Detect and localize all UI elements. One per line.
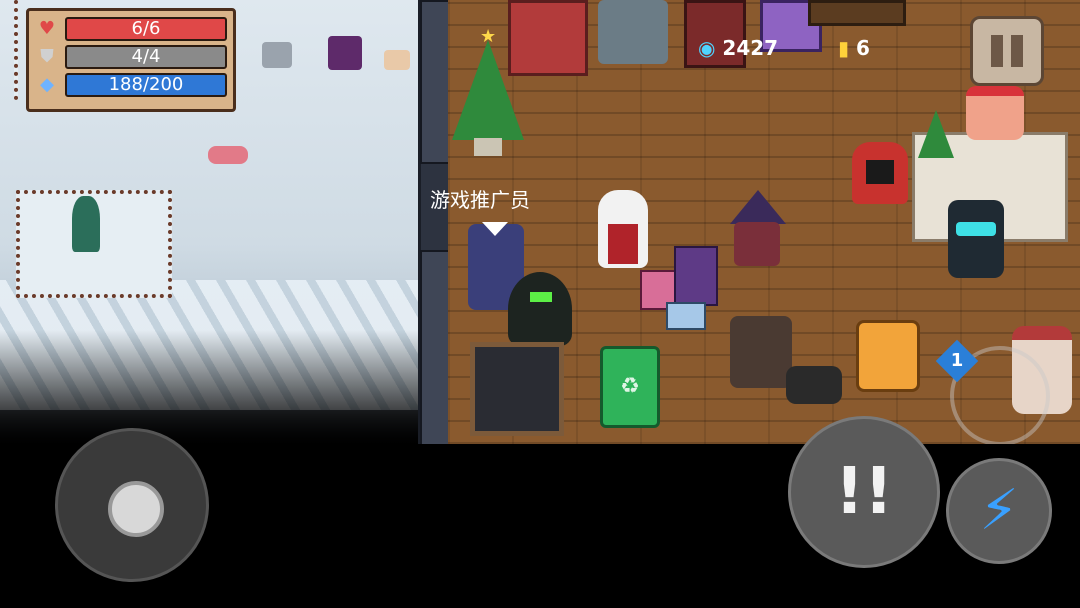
witch-npc (722, 190, 792, 268)
armor-label: 4/4 (131, 46, 161, 67)
santa-npc (966, 86, 1024, 140)
black-cat-pet (786, 366, 842, 404)
attack-icon: !! (834, 455, 894, 529)
gem-counter: ◉ 2427 (698, 36, 778, 60)
small-tree (72, 196, 100, 252)
energy-crystal-icon: ◆ (40, 74, 54, 95)
energy-bar: 188/200 (65, 73, 227, 97)
orange-robot-npc (856, 320, 920, 392)
coin-icon: ▮ (838, 36, 850, 60)
cyan-robot-npc (948, 200, 1004, 278)
energy-label: 188/200 (108, 74, 184, 95)
wall-pillar-top (420, 0, 450, 164)
player-character (508, 272, 572, 346)
weapon-count: 1 (950, 350, 964, 371)
hp-bar: 6/6 (65, 17, 227, 41)
pink-fish-item (208, 146, 248, 164)
lightning-icon: ⚡ (979, 478, 1019, 543)
snow-shadow (0, 330, 418, 444)
gift-pile (640, 246, 720, 330)
gem-icon: ◉ (698, 36, 716, 60)
claw-machine (508, 0, 588, 76)
shield-icon: ⛊ (40, 46, 54, 67)
movement-joystick[interactable] (55, 428, 209, 582)
gem-count: 2427 (722, 36, 779, 60)
weapon-count-badge: 1 (935, 339, 979, 383)
cowboy-npc (730, 316, 792, 388)
player-stats-panel: ♥ 6/6 ⛊ 4/4 ◆ 188/200 (26, 8, 236, 112)
statue (598, 0, 668, 64)
small-christmas-tree (918, 110, 954, 158)
wall-pillar-bottom (420, 250, 450, 444)
pause-button[interactable] (970, 16, 1044, 86)
joystick-knob[interactable] (108, 481, 164, 537)
red-hood-npc (852, 142, 908, 204)
heart-icon: ♥ (38, 18, 56, 39)
game-scene: ★ 游戏推广员 ♻ ♥ 6/6 ⛊ 4/4 ◆ 188/200 ◉ 2427 ▮… (0, 0, 1080, 444)
armor-bar: 4/4 (65, 45, 227, 69)
hp-label: 6/6 (131, 18, 161, 39)
coin-counter: ▮ 6 (838, 36, 870, 60)
coin-count: 6 (855, 36, 870, 60)
fence-top (14, 0, 18, 100)
skill-button[interactable]: ⚡ (946, 458, 1052, 564)
wooden-crate (808, 0, 906, 26)
stairs-portal[interactable] (470, 342, 564, 436)
npc-name-label: 游戏推广员 (430, 188, 530, 212)
enemy-group (258, 36, 418, 86)
recycle-bin[interactable]: ♻ (600, 346, 660, 428)
attack-button[interactable]: !! (788, 416, 940, 568)
